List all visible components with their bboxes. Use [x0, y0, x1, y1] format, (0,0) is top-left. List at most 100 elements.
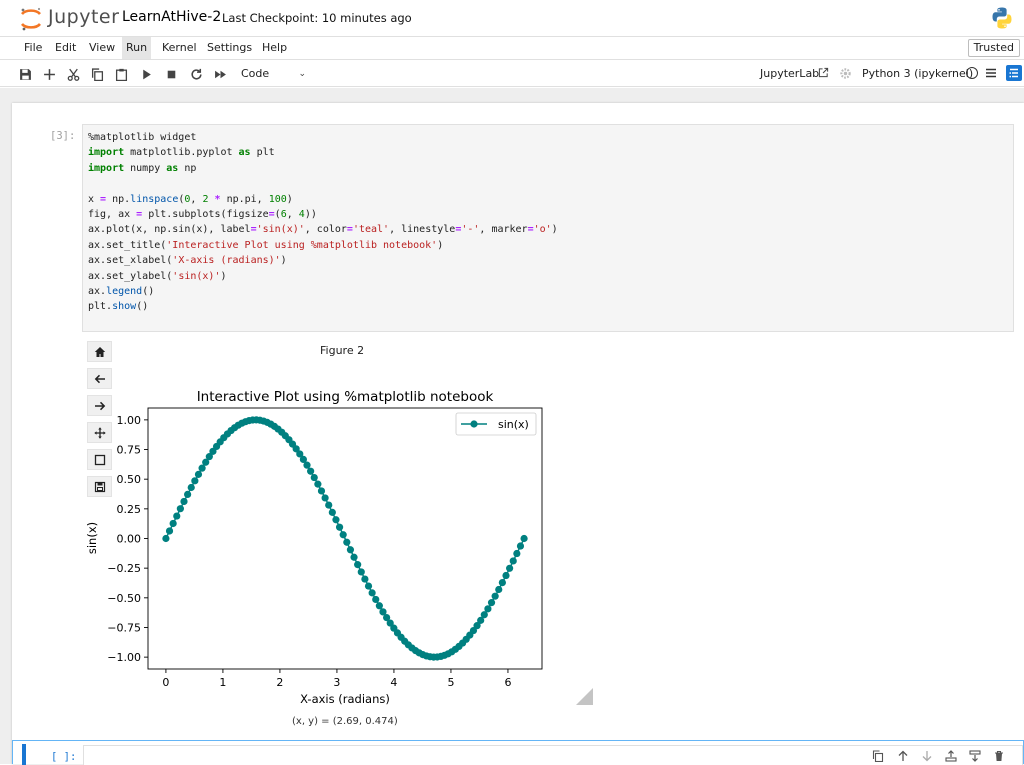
data-point [335, 523, 344, 531]
x-axis-label: X-axis (radians) [300, 692, 390, 706]
add-cell-button[interactable] [40, 65, 58, 83]
trash-icon [995, 750, 1003, 761]
data-point [339, 531, 347, 539]
cell-prompt: [3]: [50, 130, 76, 142]
kernel-name[interactable]: Python 3 (ipykernel) [862, 67, 973, 80]
python-logo-icon [992, 7, 1012, 29]
data-point [487, 599, 496, 607]
run-icon [142, 69, 151, 79]
duplicate-icon [872, 750, 884, 762]
y-tick-label: 0.25 [117, 503, 142, 516]
menu-view[interactable]: View [85, 37, 119, 59]
copy-button[interactable] [88, 65, 106, 83]
delete-cell-button[interactable] [992, 749, 1006, 763]
stop-button[interactable] [162, 65, 180, 83]
data-point [187, 483, 195, 492]
data-point [303, 461, 311, 469]
cut-icon [67, 68, 79, 81]
insert-below-icon [969, 750, 981, 762]
cell-type-select[interactable]: Code ⌄ [238, 65, 310, 83]
data-point [165, 527, 174, 535]
data-point [184, 490, 192, 499]
menu-help[interactable]: Help [258, 37, 291, 59]
data-point [307, 467, 315, 475]
menu-settings[interactable]: Settings [203, 37, 256, 59]
checkpoint-status: Last Checkpoint: 10 minutes ago [222, 11, 412, 25]
external-link-icon[interactable] [818, 67, 829, 78]
home-icon [94, 346, 105, 357]
gear-icon[interactable] [839, 67, 852, 80]
plot-canvas[interactable]: Interactive Plot using %matplotlib noteb… [80, 380, 560, 710]
trusted-badge[interactable]: Trusted [967, 39, 1020, 57]
data-point [350, 553, 358, 561]
stop-icon [167, 70, 175, 78]
menu-edit[interactable]: Edit [51, 37, 80, 59]
x-tick-label: 4 [390, 676, 397, 689]
paste-button[interactable] [112, 65, 130, 83]
data-point [310, 473, 318, 482]
data-point [368, 589, 376, 597]
add-cell-icon [43, 68, 55, 80]
jupyterlab-link[interactable]: JupyterLab [760, 67, 819, 80]
move-up-button[interactable] [896, 749, 910, 763]
save-icon [19, 68, 31, 80]
insert-above-button[interactable] [944, 749, 958, 763]
resize-handle-icon[interactable] [576, 688, 593, 705]
data-point [509, 557, 517, 565]
data-point [180, 497, 188, 506]
data-point [343, 538, 351, 546]
menu-run[interactable]: Run [122, 37, 152, 59]
x-tick-label: 2 [276, 676, 283, 689]
y-tick-label: −1.00 [107, 651, 141, 664]
y-tick-label: −0.50 [107, 592, 141, 605]
insert-below-button[interactable] [968, 749, 982, 763]
data-point [176, 505, 184, 513]
run-button[interactable] [137, 65, 155, 83]
y-ticks: −1.00 −0.75 −0.50 −0.25 0.00 0.25 0.50 0.75 1.00 [107, 414, 148, 664]
insert-above-icon [945, 750, 957, 762]
notebook-title[interactable]: LearnAtHive-2 [122, 9, 221, 25]
data-point [372, 595, 380, 604]
code-editor[interactable]: %matplotlib widget import matplotlib.pyp… [82, 124, 1014, 332]
data-point [354, 561, 362, 569]
data-point [506, 564, 514, 572]
cut-button[interactable] [64, 65, 82, 83]
save-button[interactable] [16, 65, 34, 83]
x-ticks: 0 1 2 3 4 5 6 [162, 669, 511, 689]
run-all-button[interactable] [211, 65, 229, 83]
data-point [328, 508, 336, 516]
y-tick-label: −0.75 [107, 621, 141, 634]
data-point [513, 549, 521, 558]
figure-label: Figure 2 [320, 344, 365, 357]
chart-title: Interactive Plot using %matplotlib noteb… [197, 389, 494, 405]
data-point [361, 575, 369, 583]
y-axis-label: sin(x) [85, 522, 99, 554]
data-point [357, 568, 365, 576]
move-down-button[interactable] [920, 749, 934, 763]
menu-kernel[interactable]: Kernel [158, 37, 201, 59]
property-inspector-button[interactable] [1006, 65, 1022, 81]
legend: sin(x) [455, 412, 537, 436]
jupyter-brand: Jupyter [48, 6, 120, 28]
copy-icon [91, 67, 103, 81]
duplicate-cell-button[interactable] [871, 749, 885, 763]
code-text[interactable]: %matplotlib widget import matplotlib.pyp… [88, 130, 558, 315]
y-tick-label: 0.50 [117, 473, 142, 486]
data-point [502, 571, 510, 580]
empty-code-cell[interactable]: [ ]: [12, 740, 1024, 765]
top-header: Jupyter LearnAtHive-2 Last Checkpoint: 1… [0, 0, 1024, 36]
notebook-toolbar: Code ⌄ JupyterLab Python 3 (ipykernel) [0, 60, 1024, 87]
x-tick-label: 6 [504, 676, 511, 689]
data-point [346, 546, 355, 554]
y-tick-label: 1.00 [117, 414, 142, 427]
data-point [162, 534, 170, 543]
x-tick-label: 0 [162, 676, 169, 689]
menu-file[interactable]: File [20, 37, 46, 59]
x-tick-label: 3 [333, 676, 340, 689]
home-button[interactable] [87, 341, 112, 362]
restart-button[interactable] [187, 65, 205, 83]
jupyter-logo-icon[interactable] [19, 6, 43, 32]
run-all-icon [214, 70, 226, 78]
chevron-down-icon: ⌄ [298, 69, 306, 79]
hamburger-menu-icon[interactable] [985, 67, 997, 79]
